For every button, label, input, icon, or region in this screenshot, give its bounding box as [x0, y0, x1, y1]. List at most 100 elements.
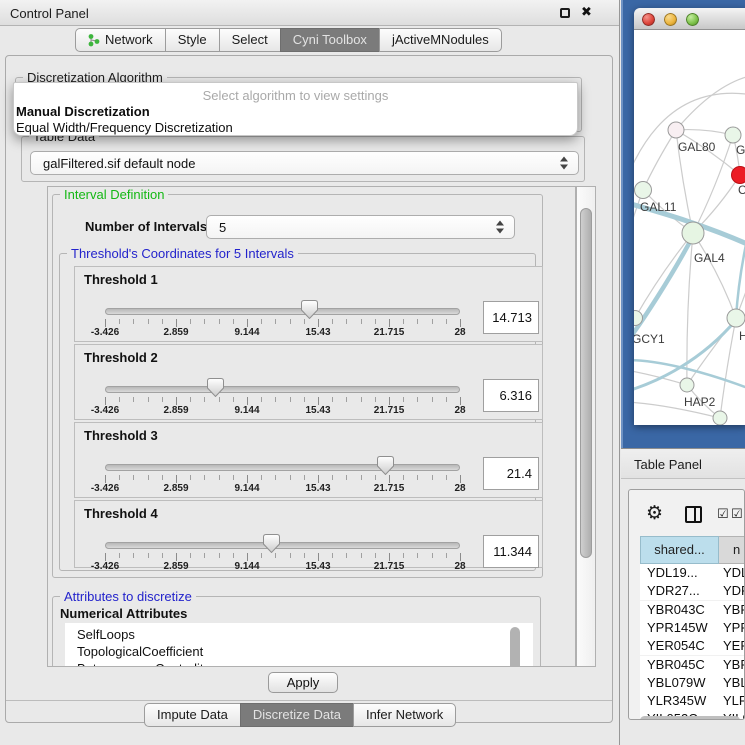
threshold-label: Threshold 3: [84, 428, 158, 443]
top-tab-bar: NetworkStyleSelectCyni ToolboxjActiveMNo…: [75, 28, 502, 52]
tab-discretize-data[interactable]: Discretize Data: [240, 703, 354, 727]
network-edge[interactable]: [635, 233, 693, 318]
group-title: Interval Definition: [60, 187, 168, 202]
table-row[interactable]: YPR145WYPR1: [640, 619, 745, 637]
tab-jactivemnodules[interactable]: jActiveMNodules: [379, 28, 502, 52]
network-node-h[interactable]: [727, 309, 745, 327]
combo-value: galFiltered.sif default node: [43, 156, 195, 171]
threshold-slider-thumb[interactable]: [263, 534, 280, 553]
tab-infer-network[interactable]: Infer Network: [353, 703, 456, 727]
cell-shared-name: YDR27...: [647, 583, 700, 598]
threshold-value-field[interactable]: [483, 457, 539, 490]
slider-tick: [446, 319, 447, 324]
dropdown-item[interactable]: Equal Width/Frequency Discretization: [16, 120, 233, 135]
dropdown-item[interactable]: Manual Discretization: [16, 104, 150, 119]
column-header[interactable]: shared...: [640, 536, 719, 564]
slider-tick-label: 2.859: [163, 327, 188, 338]
table-row[interactable]: YBL079WYBL0: [640, 674, 745, 692]
network-edge[interactable]: [676, 76, 745, 130]
tab-cyni-toolbox[interactable]: Cyni Toolbox: [280, 28, 380, 52]
threshold-slider-track[interactable]: [105, 464, 460, 471]
table-row[interactable]: YER054CYER0: [640, 637, 745, 655]
network-node[interactable]: [713, 411, 727, 425]
panel-title: Control Panel: [10, 6, 89, 21]
slider-tick: [105, 319, 106, 327]
threshold-value-field[interactable]: [483, 301, 539, 334]
slider-tick: [318, 475, 319, 483]
settings-scroll-viewport: Interval Definition Number of Intervals …: [47, 186, 576, 667]
slider-tick: [318, 397, 319, 405]
checkbox-checked-icon[interactable]: ☑: [717, 507, 729, 522]
close-light-red[interactable]: [642, 13, 655, 26]
list-scrollbar-thumb[interactable]: [510, 627, 520, 667]
slider-tick: [403, 553, 404, 558]
cell-shared-name: YBR043C: [647, 602, 705, 617]
split-columns-icon[interactable]: [685, 506, 702, 523]
network-window: GAL80GACGAL11GAL4GCY1HHAP2: [634, 8, 745, 425]
list-item[interactable]: SelfLoops: [65, 626, 533, 643]
slider-tick-label: 2.859: [163, 483, 188, 494]
table-data-combobox[interactable]: galFiltered.sif default node: [30, 151, 579, 175]
slider-tick-label: 15.43: [305, 561, 330, 572]
slider-tick: [119, 397, 120, 402]
threshold-value-field[interactable]: [483, 379, 539, 412]
numerical-attributes-list[interactable]: SelfLoopsTopologicalCoefficientBetweenne…: [65, 623, 533, 667]
network-node-ga[interactable]: [725, 127, 741, 143]
tab-network[interactable]: Network: [75, 28, 166, 52]
network-edge[interactable]: [676, 130, 733, 135]
column-header[interactable]: n: [719, 536, 745, 564]
tab-select[interactable]: Select: [219, 28, 281, 52]
slider-tick: [204, 319, 205, 324]
slider-tick: [375, 475, 376, 480]
scrollbar-thumb[interactable]: [580, 208, 592, 558]
slider-tick: [361, 553, 362, 558]
tab-style[interactable]: Style: [165, 28, 220, 52]
slider-tick: [233, 397, 234, 402]
slider-tick: [275, 319, 276, 324]
slider-tick: [417, 319, 418, 324]
network-node-gal11[interactable]: [635, 182, 652, 199]
minimize-light-yellow[interactable]: [664, 13, 677, 26]
slider-tick: [204, 553, 205, 558]
threshold-slider-thumb[interactable]: [301, 300, 318, 319]
network-edge[interactable]: [693, 233, 736, 318]
gear-icon[interactable]: ⚙: [646, 502, 663, 524]
slider-tick: [432, 553, 433, 558]
threshold-slider-track[interactable]: [105, 386, 460, 393]
cell-shared-name: YDL19...: [647, 565, 698, 580]
close-icon[interactable]: ✖: [581, 4, 592, 20]
network-node-gal4[interactable]: [682, 222, 704, 244]
network-canvas[interactable]: GAL80GACGAL11GAL4GCY1HHAP2: [634, 30, 745, 425]
network-node-hap2[interactable]: [680, 378, 694, 392]
network-node-c[interactable]: [732, 167, 745, 184]
slider-tick: [247, 475, 248, 483]
table-row[interactable]: YDL19...YDL1: [640, 564, 745, 582]
settings-scrollbar[interactable]: [576, 186, 596, 667]
slider-tick: [389, 475, 390, 483]
slider-tick-label: 21.715: [374, 483, 405, 494]
list-item[interactable]: BetweennessCentrality: [65, 660, 533, 667]
table-row[interactable]: YLR345WYLR3: [640, 692, 745, 710]
threshold-slider-track[interactable]: [105, 542, 460, 549]
checkbox-checked-icon[interactable]: ☑: [731, 507, 743, 522]
threshold-value-field[interactable]: [483, 535, 539, 568]
slider-tick: [148, 475, 149, 480]
network-node-gal80[interactable]: [668, 122, 684, 138]
threshold-slider-thumb[interactable]: [207, 378, 224, 397]
float-window-icon[interactable]: [560, 8, 570, 18]
network-window-titlebar: [634, 8, 745, 30]
apply-button[interactable]: Apply: [268, 672, 338, 693]
network-edge-highlighted[interactable]: [634, 236, 693, 346]
zoom-light-green[interactable]: [686, 13, 699, 26]
threshold-slider-track[interactable]: [105, 308, 460, 315]
tab-impute-data[interactable]: Impute Data: [144, 703, 241, 727]
table-row[interactable]: YBR045CYBR0: [640, 656, 745, 674]
num-intervals-combobox[interactable]: 5: [206, 215, 515, 239]
table-row[interactable]: YBR043CYBR0: [640, 601, 745, 619]
table-row[interactable]: YDR27...YDR2: [640, 582, 745, 600]
threshold-slider-thumb[interactable]: [377, 456, 394, 475]
horizontal-scrollbar-thumb[interactable]: [640, 716, 740, 720]
network-edge-highlighted[interactable]: [736, 218, 745, 318]
list-item[interactable]: TopologicalCoefficient: [65, 643, 533, 660]
combo-arrows-icon: [496, 221, 505, 234]
